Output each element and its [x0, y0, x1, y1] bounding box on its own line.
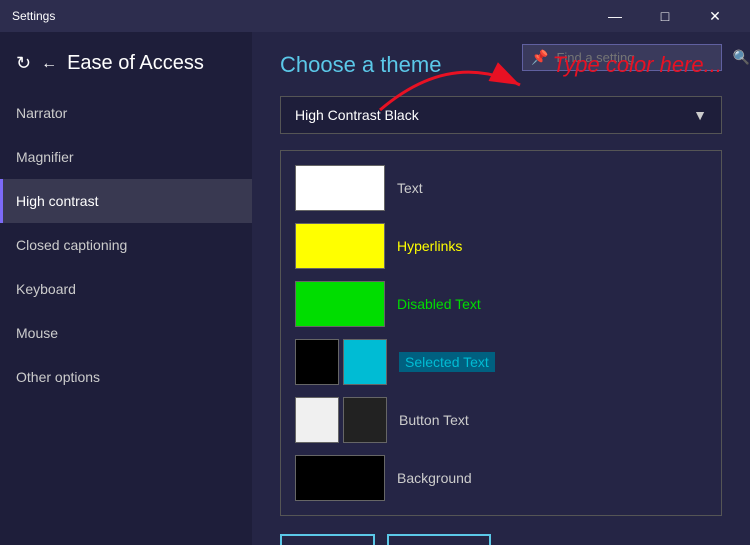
swatch-background-label: Background [397, 470, 472, 486]
swatch-row-hyperlinks: Hyperlinks [295, 223, 707, 269]
swatches-panel: Text Hyperlinks Disabled Text Selected T… [280, 150, 722, 516]
swatch-text-color[interactable] [295, 165, 385, 211]
sidebar-item-high-contrast[interactable]: High contrast [0, 179, 252, 223]
content-area: 📌 🔍 Choose a theme Type color here... Hi… [252, 32, 750, 545]
swatch-hyperlinks-label: Hyperlinks [397, 238, 462, 254]
app-title: Settings [12, 9, 55, 23]
back-button[interactable]: ← [41, 55, 57, 73]
sidebar-item-other-options[interactable]: Other options [0, 355, 252, 399]
cancel-button[interactable]: Cancel [387, 534, 491, 545]
swatch-selected-fg[interactable] [343, 339, 387, 385]
swatch-selected-bg[interactable] [295, 339, 339, 385]
pin-icon: 📌 [531, 49, 548, 66]
sidebar-item-mouse[interactable]: Mouse [0, 311, 252, 355]
sidebar-item-closed-captioning[interactable]: Closed captioning [0, 223, 252, 267]
sidebar-item-narrator[interactable]: Narrator [0, 91, 252, 135]
swatch-row-disabled-text: Disabled Text [295, 281, 707, 327]
swatch-hyperlinks-color[interactable] [295, 223, 385, 269]
refresh-icon[interactable]: ↻ [16, 53, 31, 74]
sidebar-title: Ease of Access [67, 52, 204, 75]
sidebar: ↻ ← Ease of Access Narrator Magnifier Hi… [0, 32, 252, 545]
theme-selected-label: High Contrast Black [295, 107, 419, 123]
sidebar-item-keyboard[interactable]: Keyboard [0, 267, 252, 311]
swatch-background-color[interactable] [295, 455, 385, 501]
sidebar-header: ↻ ← Ease of Access [0, 40, 252, 91]
swatch-selected-label: Selected Text [399, 352, 495, 372]
swatch-button-label: Button Text [399, 412, 469, 428]
swatch-text-label: Text [397, 180, 423, 196]
chevron-down-icon: ▼ [693, 107, 707, 123]
swatch-row-text: Text [295, 165, 707, 211]
swatch-button-pair [295, 397, 387, 443]
title-bar-controls: — □ ✕ [592, 0, 738, 32]
title-bar-left: Settings [12, 9, 55, 23]
swatch-selected-pair [295, 339, 387, 385]
choose-theme-label: Choose a theme [280, 52, 441, 78]
sidebar-item-magnifier[interactable]: Magnifier [0, 135, 252, 179]
swatch-button-bg[interactable] [295, 397, 339, 443]
swatch-disabled-label: Disabled Text [397, 296, 481, 312]
button-row: Apply Cancel [280, 534, 722, 545]
search-icon: 🔍 [732, 49, 749, 66]
maximize-button[interactable]: □ [642, 0, 688, 32]
type-color-hint: Type color here... [552, 52, 722, 78]
minimize-button[interactable]: — [592, 0, 638, 32]
swatch-row-background: Background [295, 455, 707, 501]
app-container: ↻ ← Ease of Access Narrator Magnifier Hi… [0, 32, 750, 545]
theme-dropdown[interactable]: High Contrast Black ▼ [280, 96, 722, 134]
swatch-row-selected-text: Selected Text [295, 339, 707, 385]
apply-button[interactable]: Apply [280, 534, 375, 545]
swatch-disabled-color[interactable] [295, 281, 385, 327]
title-bar: Settings — □ ✕ [0, 0, 750, 32]
close-button[interactable]: ✕ [692, 0, 738, 32]
swatch-button-fg[interactable] [343, 397, 387, 443]
swatch-row-button-text: Button Text [295, 397, 707, 443]
content-topbar: Choose a theme Type color here... [280, 52, 722, 78]
